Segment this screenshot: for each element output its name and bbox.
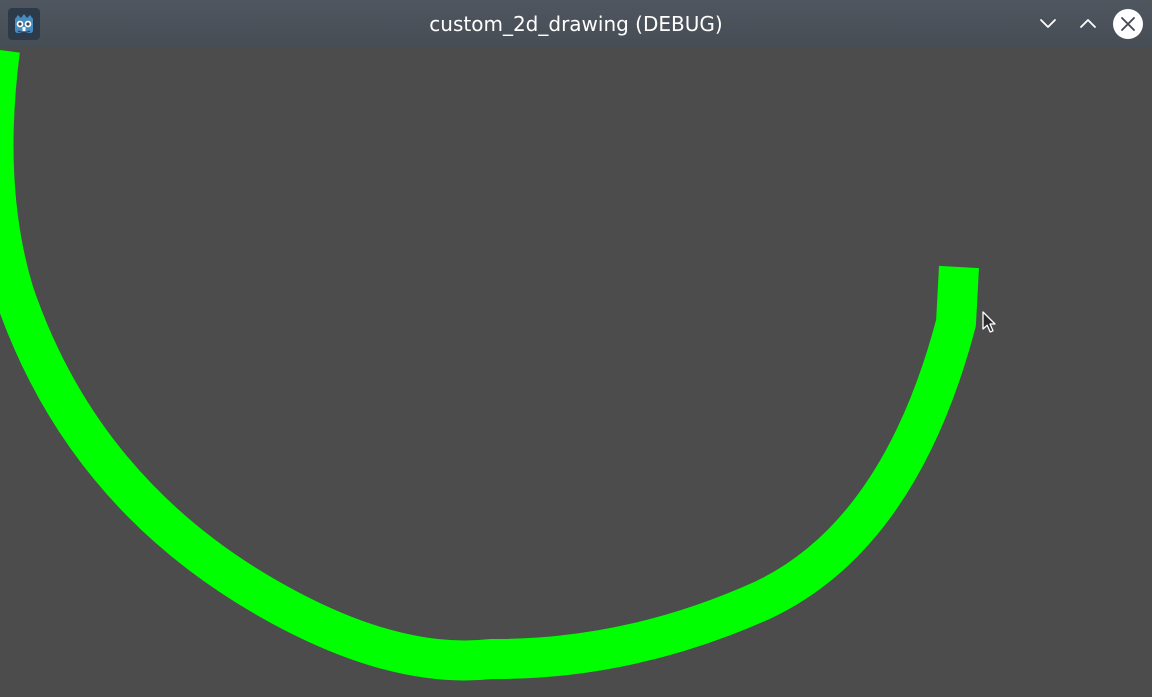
game-viewport[interactable] <box>0 48 1152 697</box>
chevron-down-icon <box>1040 19 1056 28</box>
maximize-button[interactable] <box>1072 8 1104 40</box>
window-controls <box>1032 7 1144 41</box>
chevron-up-icon <box>1080 19 1096 28</box>
window-title: custom_2d_drawing (DEBUG) <box>429 12 723 36</box>
close-button[interactable] <box>1112 8 1144 40</box>
green-arc-stroke <box>0 50 979 681</box>
close-icon <box>1121 17 1135 31</box>
minimize-button[interactable] <box>1032 8 1064 40</box>
game-window: custom_2d_drawing (DEBUG) <box>0 0 1152 697</box>
drawing-canvas[interactable] <box>0 48 1152 697</box>
godot-icon[interactable] <box>8 8 40 40</box>
close-button-circle[interactable] <box>1113 9 1143 39</box>
title-bar[interactable]: custom_2d_drawing (DEBUG) <box>0 0 1152 48</box>
